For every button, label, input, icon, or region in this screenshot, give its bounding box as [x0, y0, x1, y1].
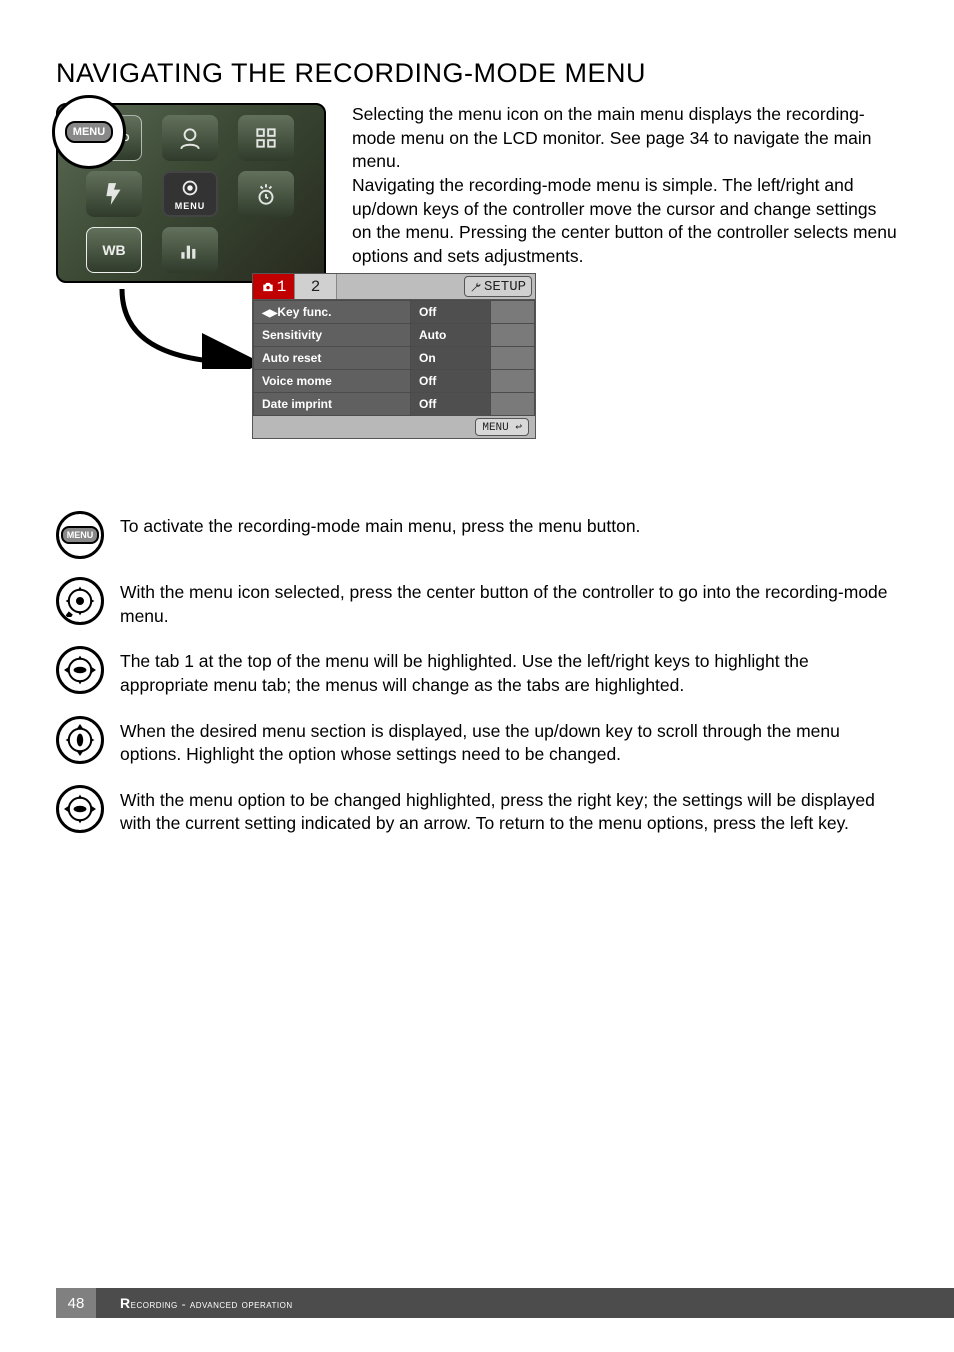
- menu-row[interactable]: Auto reset On: [254, 347, 535, 370]
- page-number: 48: [68, 1295, 85, 1312]
- menu-tab-setup[interactable]: SETUP: [464, 276, 532, 297]
- menu-row-value: Off: [411, 370, 491, 393]
- step-3-text: The tab 1 at the top of the menu will be…: [120, 646, 898, 697]
- menu-button-label: MENU: [61, 526, 100, 544]
- menu-tab-2[interactable]: 2: [295, 274, 337, 299]
- menu-table: Key func. Off Sensitivity Auto Auto rese…: [253, 300, 535, 416]
- controller-left-right-icon: [56, 646, 104, 694]
- menu-row-blank: [491, 393, 535, 416]
- menu-callout: MENU: [52, 95, 126, 169]
- menu-row[interactable]: Voice mome Off: [254, 370, 535, 393]
- step-2-text: With the menu icon selected, press the c…: [120, 577, 898, 628]
- menu-row-blank: [491, 347, 535, 370]
- menu-row[interactable]: Sensitivity Auto: [254, 324, 535, 347]
- menu-row-value: Off: [411, 301, 491, 324]
- menu-row-value: Off: [411, 393, 491, 416]
- controller-center-press-icon: [56, 577, 104, 625]
- step-4-text: When the desired menu section is display…: [120, 716, 898, 767]
- menu-row-label: Key func.: [254, 301, 411, 324]
- camera-icon: [261, 280, 275, 294]
- flash-icon: [86, 171, 142, 217]
- menu-row-label: Date imprint: [254, 393, 411, 416]
- menu-row-label: Voice mome: [254, 370, 411, 393]
- menu-tab-1[interactable]: 1: [253, 274, 295, 299]
- intro-para-1: Selecting the menu icon on the main menu…: [352, 103, 898, 174]
- menu-row-value: Auto: [411, 324, 491, 347]
- step-5-text: With the menu option to be changed highl…: [120, 785, 898, 836]
- menu-row-label: Auto reset: [254, 347, 411, 370]
- menu-button-icon: MENU: [56, 511, 104, 559]
- page-footer: 48 Recording - advanced operation: [56, 1288, 954, 1318]
- step-1-text: To activate the recording-mode main menu…: [120, 511, 640, 539]
- controller-right-key-icon: [56, 785, 104, 833]
- menu-row[interactable]: Date imprint Off: [254, 393, 535, 416]
- menu-row[interactable]: Key func. Off: [254, 301, 535, 324]
- menu-back-indicator: MENU ↩: [475, 418, 529, 436]
- menu-row-blank: [491, 324, 535, 347]
- section-title: Recording - advanced operation: [120, 1295, 293, 1311]
- menu-row-value: On: [411, 347, 491, 370]
- wrench-icon: [470, 281, 482, 293]
- menu-row-label: Sensitivity: [254, 324, 411, 347]
- intro-text: Selecting the menu icon on the main menu…: [352, 103, 898, 268]
- grid-icon: [238, 115, 294, 161]
- histogram-icon: [162, 227, 218, 273]
- arrow-icon: [114, 285, 274, 369]
- menu-callout-label: MENU: [65, 121, 113, 143]
- menu-icon-label: MENU: [175, 201, 206, 211]
- self-timer-icon: [238, 171, 294, 217]
- recording-mode-menu-lcd: 1 2 SETUP Key func. Off Sensitivity Auto: [252, 273, 536, 439]
- page-title: NAVIGATING THE RECORDING-MODE MENU: [56, 58, 898, 89]
- face-icon: [162, 115, 218, 161]
- tab-1-label: 1: [277, 278, 287, 296]
- menu-row-blank: [491, 370, 535, 393]
- menu-icon: MENU: [162, 171, 218, 217]
- controller-up-down-icon: [56, 716, 104, 764]
- intro-para-2: Navigating the recording-mode menu is si…: [352, 174, 898, 269]
- menu-row-blank: [491, 301, 535, 324]
- wb-icon: WB: [86, 227, 142, 273]
- tab-setup-label: SETUP: [484, 279, 526, 295]
